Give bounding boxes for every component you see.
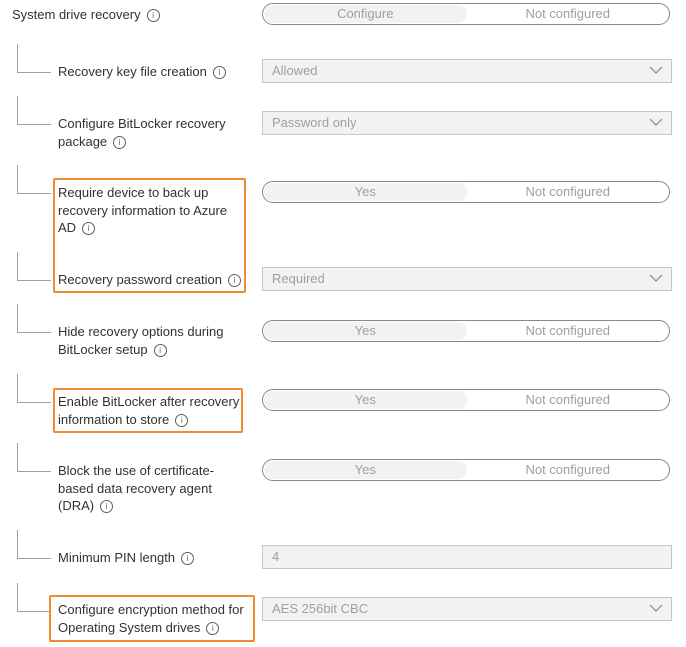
label-line: Enable BitLocker after recovery bbox=[58, 394, 240, 409]
recovery-key-file-label: Recovery key file creation bbox=[58, 63, 226, 81]
label-line: information to store bbox=[58, 411, 170, 427]
info-icon[interactable] bbox=[175, 413, 189, 427]
dropdown-value: Password only bbox=[272, 115, 357, 130]
toggle-option-not-configured[interactable]: Not configured bbox=[467, 182, 670, 202]
toggle-option-configure[interactable]: Configure bbox=[264, 5, 467, 23]
label-line: package bbox=[58, 133, 108, 149]
dropdown-value: Required bbox=[272, 271, 325, 286]
label-line: Require device to back up bbox=[58, 185, 209, 200]
info-icon[interactable] bbox=[206, 621, 220, 635]
tree-connector bbox=[17, 304, 18, 332]
label-line: recovery information to Azure bbox=[58, 202, 228, 218]
tree-connector bbox=[17, 72, 51, 73]
label-text: Recovery password creation bbox=[58, 272, 223, 287]
dropdown-value: AES 256bit CBC bbox=[272, 601, 369, 616]
tree-connector bbox=[17, 583, 18, 611]
enable-after-store-label: Enable BitLocker after recovery informat… bbox=[58, 393, 239, 428]
tree-connector bbox=[17, 611, 51, 612]
tree-connector bbox=[17, 471, 51, 472]
hide-options-label: Hide recovery options during BitLocker s… bbox=[58, 323, 223, 358]
recovery-key-file-dropdown[interactable]: Allowed bbox=[262, 59, 672, 83]
block-dra-label: Block the use of certificate- based data… bbox=[58, 462, 214, 515]
recovery-package-label: Configure BitLocker recovery package bbox=[58, 115, 226, 150]
label-line: AD bbox=[58, 220, 77, 235]
hide-options-toggle[interactable]: Yes Not configured bbox=[262, 320, 670, 342]
recovery-package-dropdown[interactable]: Password only bbox=[262, 111, 672, 135]
info-icon[interactable] bbox=[82, 222, 96, 235]
dropdown-value: Allowed bbox=[272, 63, 318, 78]
min-pin-label: Minimum PIN length bbox=[58, 549, 195, 567]
info-icon[interactable] bbox=[153, 343, 167, 357]
tree-connector bbox=[17, 44, 18, 72]
toggle-option-not-configured[interactable]: Not configured bbox=[467, 321, 670, 341]
tree-connector bbox=[17, 443, 18, 471]
recovery-password-label: Recovery password creation bbox=[58, 271, 242, 289]
label-line: based data recovery agent bbox=[58, 480, 212, 496]
tree-connector bbox=[17, 252, 18, 280]
section-title-text: System drive recovery bbox=[12, 7, 141, 22]
tree-connector bbox=[17, 332, 51, 333]
system-drive-recovery-toggle[interactable]: Configure Not configured bbox=[262, 3, 670, 25]
chevron-down-icon bbox=[649, 274, 663, 282]
tree-connector bbox=[17, 558, 51, 559]
label-text: Minimum PIN length bbox=[58, 550, 176, 565]
tree-connector bbox=[17, 193, 51, 194]
chevron-down-icon bbox=[649, 604, 663, 612]
info-icon[interactable] bbox=[212, 66, 226, 79]
toggle-option-yes[interactable]: Yes bbox=[264, 461, 467, 479]
page-title: System drive recovery bbox=[12, 6, 160, 24]
tree-connector bbox=[17, 96, 18, 124]
label-line: BitLocker setup bbox=[58, 341, 148, 357]
toggle-option-yes[interactable]: Yes bbox=[264, 322, 467, 340]
label-line: Operating System drives bbox=[58, 619, 201, 635]
toggle-option-yes[interactable]: Yes bbox=[264, 183, 467, 201]
tree-connector bbox=[17, 124, 51, 125]
toggle-option-yes[interactable]: Yes bbox=[264, 391, 467, 409]
label-line: Block the use of certificate- bbox=[58, 463, 215, 478]
tree-connector bbox=[17, 374, 18, 402]
tree-connector bbox=[17, 165, 18, 193]
min-pin-input[interactable]: 4 bbox=[262, 545, 672, 569]
label-line: Hide recovery options during bbox=[58, 324, 224, 339]
info-icon[interactable] bbox=[100, 500, 114, 513]
enable-after-store-toggle[interactable]: Yes Not configured bbox=[262, 389, 670, 411]
tree-connector bbox=[17, 530, 18, 558]
info-icon[interactable] bbox=[113, 135, 127, 149]
tree-connector bbox=[17, 280, 51, 281]
encryption-method-dropdown[interactable]: AES 256bit CBC bbox=[262, 597, 672, 621]
chevron-down-icon bbox=[649, 118, 663, 126]
backup-azure-ad-label: Require device to back up recovery infor… bbox=[58, 184, 227, 237]
tree-connector bbox=[17, 402, 51, 403]
label-text: Recovery key file creation bbox=[58, 64, 207, 79]
input-value: 4 bbox=[272, 549, 280, 564]
label-line: Configure encryption method for bbox=[58, 602, 244, 617]
label-line: Configure BitLocker recovery bbox=[58, 116, 226, 131]
toggle-option-not-configured[interactable]: Not configured bbox=[467, 460, 670, 480]
encryption-method-label: Configure encryption method for Operatin… bbox=[58, 601, 244, 636]
toggle-option-not-configured[interactable]: Not configured bbox=[467, 390, 670, 410]
label-line: (DRA) bbox=[58, 498, 95, 513]
info-icon[interactable] bbox=[181, 552, 195, 565]
backup-azure-ad-toggle[interactable]: Yes Not configured bbox=[262, 181, 670, 203]
recovery-password-dropdown[interactable]: Required bbox=[262, 267, 672, 291]
chevron-down-icon bbox=[649, 66, 663, 74]
info-icon[interactable] bbox=[228, 274, 242, 287]
block-dra-toggle[interactable]: Yes Not configured bbox=[262, 459, 670, 481]
info-icon[interactable] bbox=[146, 9, 160, 22]
toggle-option-not-configured[interactable]: Not configured bbox=[467, 4, 670, 24]
